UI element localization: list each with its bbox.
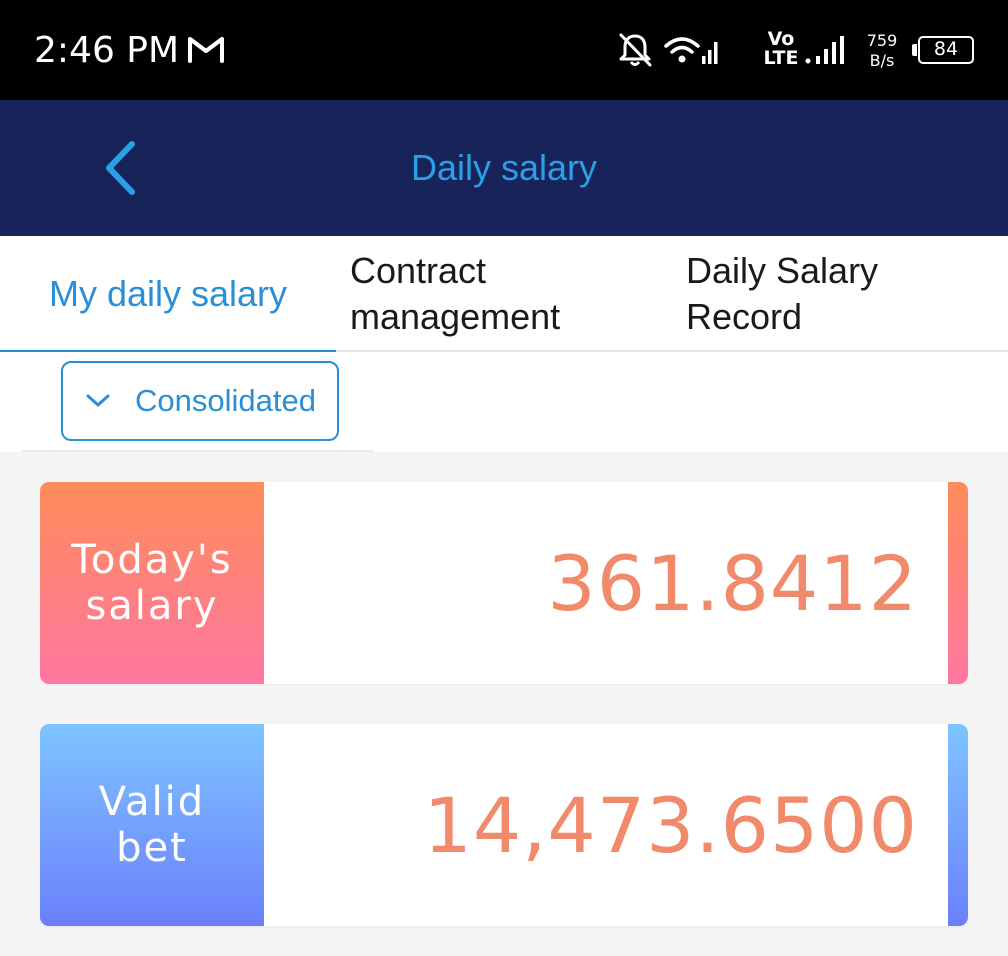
card-label-box: Valid bet: [40, 724, 264, 926]
valid-bet-card: Valid bet 14,473.6500: [40, 724, 968, 926]
filter-bar: Consolidated: [0, 352, 1008, 452]
tab-my-daily-salary[interactable]: My daily salary: [0, 236, 336, 354]
valid-bet-value: 14,473.6500: [423, 780, 918, 870]
battery-tip: [912, 44, 917, 56]
status-bar: 2:46 PM Vo LTE 759 B/s 84: [0, 0, 1008, 100]
tab-contract-management[interactable]: Contract management: [350, 236, 670, 352]
battery-level: 84: [918, 36, 974, 64]
filter-divider: [22, 450, 374, 452]
tab-label: Contract management: [350, 250, 561, 337]
volte-badge: Vo LTE: [763, 28, 799, 69]
tab-daily-salary-record[interactable]: Daily Salary Record: [686, 236, 986, 352]
tab-label: My daily salary: [48, 273, 288, 314]
tab-bar: My daily salary Contract management Dail…: [0, 236, 1008, 354]
wifi-signal-icon: [664, 37, 718, 64]
card-label: Today's salary: [71, 537, 233, 629]
battery-indicator: 84: [912, 36, 974, 64]
chevron-down-icon: [86, 394, 110, 407]
tab-label: Daily Salary Record: [686, 250, 879, 337]
network-speed: 759 B/s: [866, 31, 898, 70]
status-time: 2:46 PM: [34, 30, 180, 71]
bell-muted-icon: [619, 33, 652, 67]
card-accent-bar: [948, 482, 968, 684]
consolidated-dropdown[interactable]: Consolidated: [61, 361, 339, 441]
back-button[interactable]: [88, 130, 152, 206]
cellular-signal-icon: [805, 36, 844, 64]
todays-salary-card: Today's salary 361.8412: [40, 482, 968, 684]
chevron-left-icon: [106, 141, 135, 195]
todays-salary-value: 361.8412: [547, 538, 918, 628]
card-label: Valid bet: [98, 779, 206, 871]
app-header: Daily salary: [0, 100, 1008, 236]
card-accent-bar: [948, 724, 968, 926]
card-label-box: Today's salary: [40, 482, 264, 684]
gmail-icon: [188, 37, 224, 63]
dropdown-selected-value: Consolidated: [135, 383, 316, 418]
